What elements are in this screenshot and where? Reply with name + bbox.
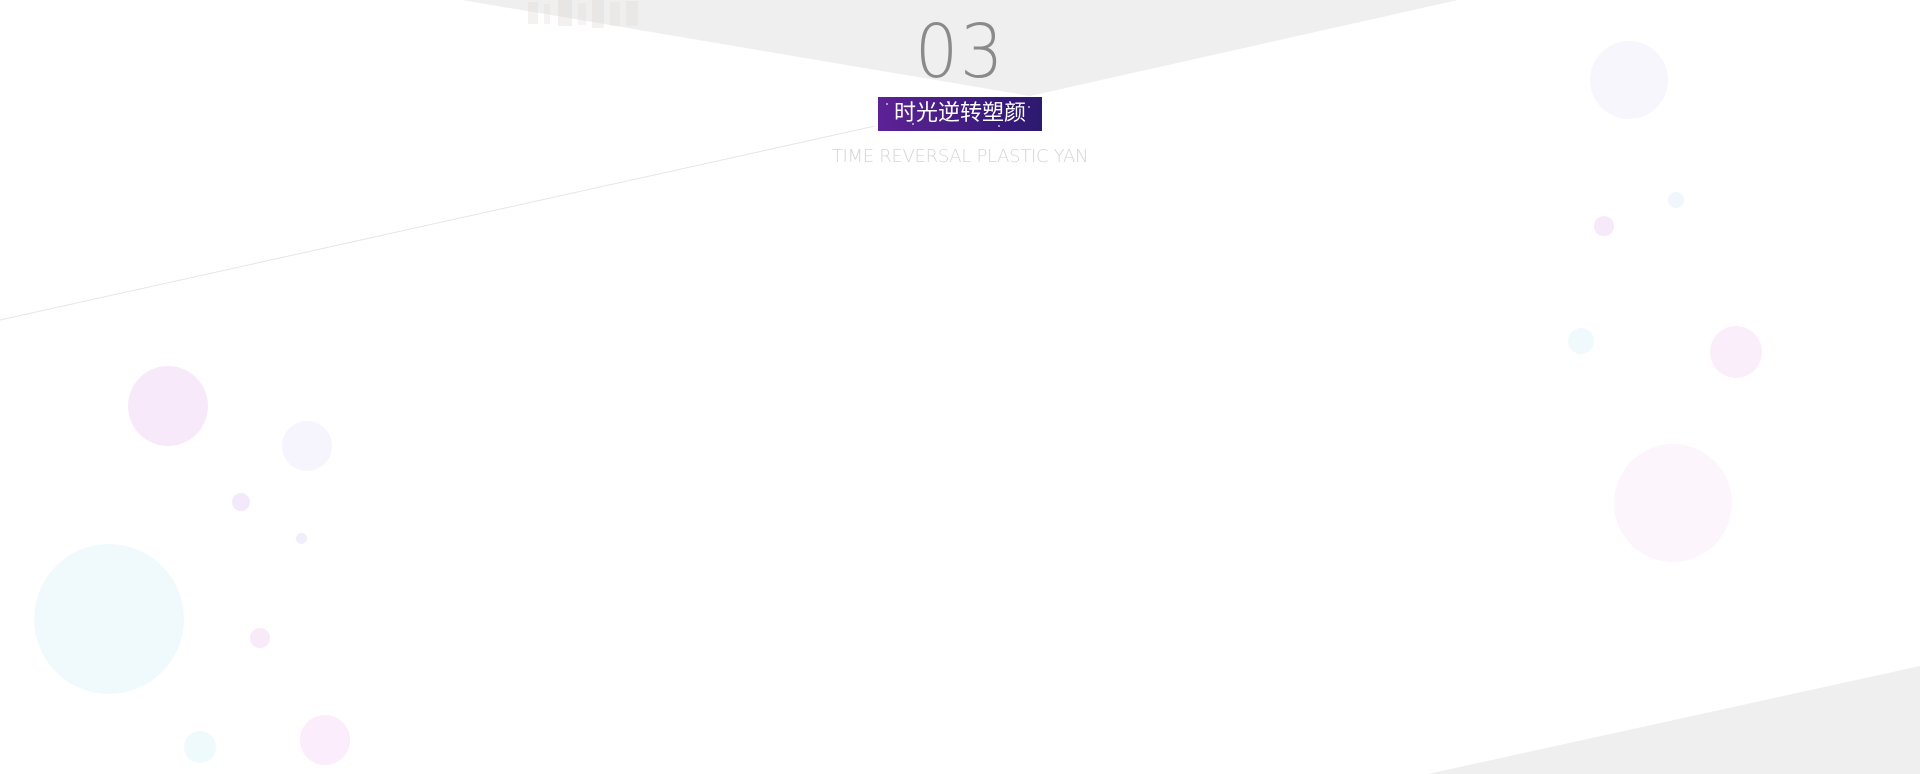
bubble-decoration: [184, 731, 216, 763]
bubble-decoration: [1614, 444, 1732, 562]
bubble-decoration: [282, 421, 332, 471]
bubble-decoration: [1710, 326, 1762, 378]
title-badge-container: 时光逆转塑颜: [0, 97, 1920, 135]
section-title-badge: 时光逆转塑颜: [877, 97, 1042, 131]
bubble-decoration: [34, 544, 184, 694]
bubble-decoration: [1668, 192, 1684, 208]
bottom-right-gray-band: [1428, 666, 1920, 774]
sparkle-decoration: [885, 103, 888, 105]
bubble-decoration: [1594, 216, 1614, 236]
sparkle-decoration: [1027, 106, 1030, 108]
section-number: 03: [914, 9, 1006, 95]
bubble-decoration: [1568, 328, 1594, 354]
section-subtitle: TIME REVERSAL PLASTIC YAN: [831, 146, 1089, 167]
bubble-decoration: [300, 715, 350, 765]
bubble-decoration: [296, 533, 307, 544]
bubble-decoration: [232, 493, 250, 511]
section-banner: 03 时光逆转塑颜 TIME REVERSAL PLASTIC YAN: [0, 0, 1920, 774]
bubble-decoration: [250, 628, 270, 648]
bubble-decoration: [128, 366, 208, 446]
section-title: 时光逆转塑颜: [893, 101, 1026, 126]
